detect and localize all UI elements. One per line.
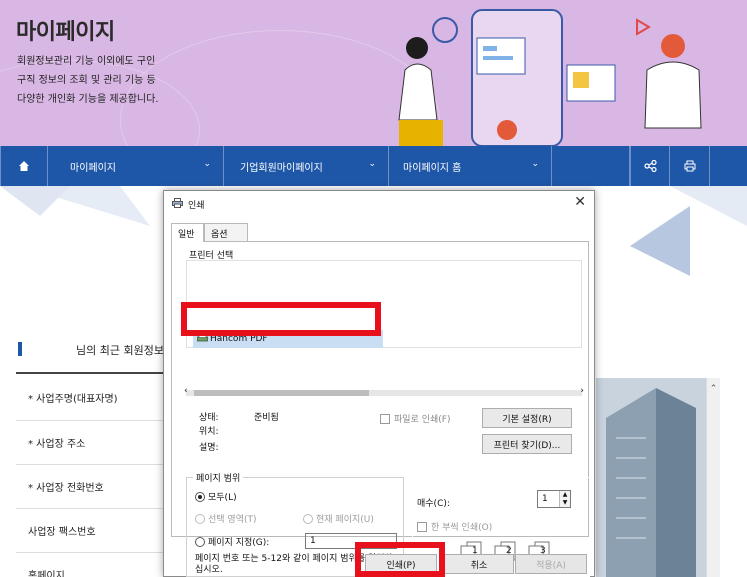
share-icon [643,160,657,172]
scroll-left-icon[interactable]: ‹ [184,386,188,396]
row-label: 사업장 팩스번호 [28,527,96,538]
preferences-button[interactable]: 기본 설정(R) [482,408,572,428]
status-value: 준비됨 [254,413,279,423]
copies-stepper[interactable]: 1 ▲ ▼ [537,490,571,508]
page-scrollbar[interactable]: ⌃ [706,378,720,577]
tab-general[interactable]: 일반 [171,223,204,242]
group-label: 페이지 범위 [193,471,244,484]
home-icon [19,161,29,171]
chevron-down-icon: ⌄ [203,159,211,169]
comment-label: 설명: [199,443,219,453]
range-all-radio[interactable]: 모두(L) [195,490,237,503]
print-icon [684,160,695,172]
banner-desc-line: 회원정보관리 기능 이외에도 구인 [17,56,156,67]
scroll-right-icon[interactable]: › [580,386,584,396]
find-printer-button[interactable]: 프린터 찾기(D)... [482,434,572,454]
range-selection-radio[interactable]: 선택 영역(T) [195,512,257,525]
printer-icon [172,198,183,208]
section-marker [18,342,22,356]
spin-arrows-icon[interactable]: ▲ ▼ [559,491,570,507]
banner-illustration [398,9,702,146]
table-row: 사업장 팩스번호 [16,508,166,552]
apply-button[interactable]: 적용(A) [515,554,587,574]
section-title: 님의 최근 회원정보. [76,344,168,357]
nav-menu-mypage[interactable]: 마이페이지 ⌄ [48,146,224,186]
row-label: 홈페이지 [28,571,65,577]
copies-value: 1 [542,494,548,504]
location-label: 위치: [199,427,219,437]
share-button[interactable] [630,146,670,186]
radio-label: 선택 영역(T) [208,515,257,525]
nav-menu-corporate-mypage[interactable]: 기업회원마이페이지 ⌄ [224,146,389,186]
collate-checkbox[interactable]: 한 부씩 인쇄(O) [417,520,492,533]
dialog-title: 인쇄 [188,201,205,211]
table-row: * 사업주명(대표자명) [16,372,166,420]
background-decoration [630,186,747,276]
copies-label: 매수(C): [417,499,450,509]
home-button[interactable] [0,146,48,186]
banner-desc-line: 다양한 개인화 기능을 제공합니다. [17,94,159,105]
radio-label: 현재 페이지(U) [316,515,374,525]
radio-label: 모두(L) [208,493,237,503]
print-dialog: 인쇄 ✕ 일반 옵션 프린터 선택 Hancom PDF ‹ › 상태: 준비됨… [163,190,595,577]
banner-desc-line: 구직 정보의 조회 및 관리 기능 등 [17,75,156,86]
nav-menu-label: 기업회원마이페이지 [240,162,323,174]
table-row: * 사업장 주소 [16,420,166,464]
checkbox[interactable] [417,521,427,532]
table-row: * 사업장 전화번호 [16,464,166,508]
scrollbar-thumb[interactable] [194,390,369,396]
range-current-radio[interactable]: 현재 페이지(U) [303,512,374,525]
tab-options[interactable]: 옵션 [204,223,248,241]
row-label: * 사업장 주소 [28,439,86,450]
close-icon[interactable]: ✕ [574,194,586,210]
print-button[interactable]: 인쇄(P) [365,554,437,574]
radio-button[interactable] [195,513,205,524]
page-banner: 마이페이지 회원정보관리 기능 이외에도 구인 구직 정보의 조회 및 관리 기… [0,0,747,146]
page-title: 마이페이지 [16,20,115,45]
checkbox-label: 한 부씩 인쇄(O) [431,523,493,533]
printer-icon [197,335,208,342]
status-label: 상태: [199,413,219,423]
range-pages-radio[interactable]: 페이지 지정(G): [195,535,269,548]
radio-button[interactable] [195,536,205,547]
chevron-down-icon: ⌄ [531,159,539,169]
printer-list-scrollbar[interactable]: ‹ › [184,386,584,396]
chevron-down-icon: ⌄ [368,159,376,169]
print-to-file-checkbox[interactable]: 파일로 인쇄(F) [380,412,450,425]
pages-input[interactable]: 1 [305,533,397,549]
nav-menu-label: 마이페이지 [70,162,116,174]
member-info-table: * 사업주명(대표자명) * 사업장 주소 * 사업장 전화번호 사업장 팩스번… [16,372,166,577]
table-row: 홈페이지 [16,552,166,577]
row-label: * 사업장 전화번호 [28,483,104,494]
printer-item-hancom-pdf[interactable]: Hancom PDF [193,330,383,348]
general-tab-panel: 프린터 선택 Hancom PDF ‹ › 상태: 준비됨 위치: 설명: 파일… [171,241,590,577]
building-image [596,378,706,577]
nav-menu-label: 마이페이지 홈 [403,162,462,174]
banner-description: 회원정보관리 기능 이외에도 구인 구직 정보의 조회 및 관리 기능 등 다양… [17,52,217,109]
main-nav: 마이페이지 ⌄ 기업회원마이페이지 ⌄ 마이페이지 홈 ⌄ [0,146,747,186]
nav-menu-mypage-home[interactable]: 마이페이지 홈 ⌄ [389,146,552,186]
scroll-up-icon[interactable]: ⌃ [707,378,720,394]
background-decoration [0,186,150,226]
cancel-button[interactable]: 취소 [444,554,514,574]
row-label: * 사업주명(대표자명) [28,393,118,405]
checkbox[interactable] [380,413,390,424]
print-button[interactable] [670,146,710,186]
printer-name: Hancom PDF [210,334,268,344]
checkbox-label: 파일로 인쇄(F) [394,415,451,425]
radio-button[interactable] [195,491,205,502]
printer-list[interactable]: Hancom PDF [186,260,582,348]
nav-spacer [552,146,630,186]
dialog-titlebar[interactable]: 인쇄 ✕ [164,191,594,215]
radio-label: 페이지 지정(G): [208,538,270,548]
radio-button[interactable] [303,513,313,524]
